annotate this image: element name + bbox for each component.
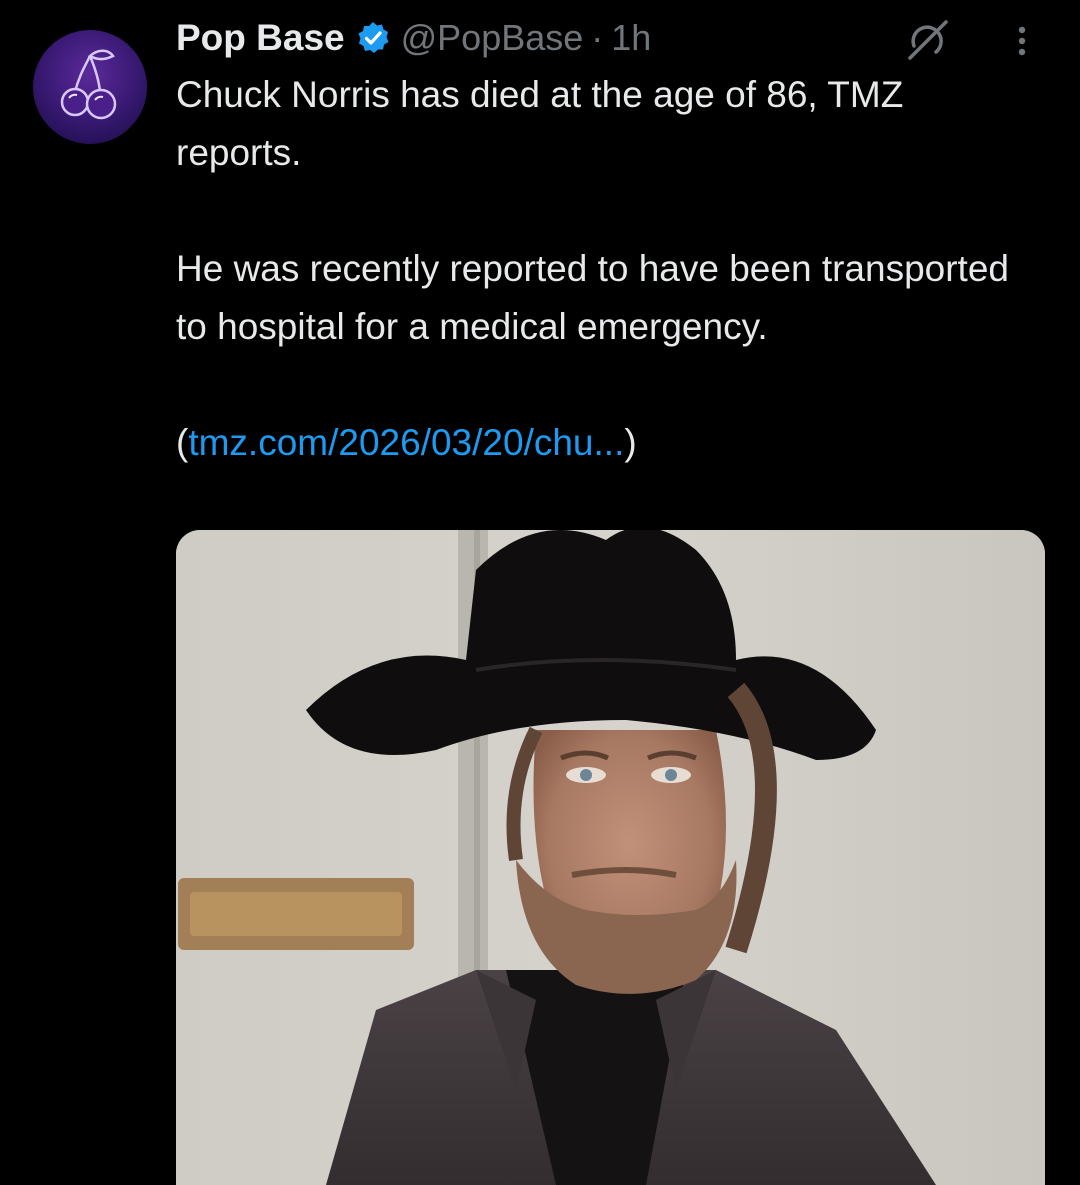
tweet-link[interactable]: tmz.com/2026/03/20/chu...	[188, 422, 624, 463]
handle[interactable]: @PopBase	[401, 17, 584, 59]
photo-man-in-cowboy-hat	[176, 530, 1045, 1185]
display-name[interactable]: Pop Base	[176, 17, 345, 59]
more-vertical-icon[interactable]	[1008, 20, 1036, 62]
link-open-paren: (	[176, 422, 189, 463]
timestamp[interactable]: 1h	[611, 17, 651, 59]
avatar[interactable]	[33, 30, 147, 144]
tweet-text-paragraph-2: He was recently reported to have been tr…	[176, 248, 1009, 347]
grok-icon[interactable]	[900, 16, 952, 62]
tweet-text-paragraph-1: Chuck Norris has died at the age of 86, …	[176, 74, 904, 173]
link-close-paren: )	[624, 422, 637, 463]
verified-badge-icon[interactable]	[355, 20, 391, 56]
tweet-header: Pop Base @PopBase · 1h	[176, 12, 651, 64]
tweet-media-image[interactable]	[176, 530, 1045, 1185]
separator: ·	[591, 17, 604, 58]
tweet-text: Chuck Norris has died at the age of 86, …	[176, 66, 1036, 472]
tweet[interactable]: Pop Base @PopBase · 1h Chuck Norris has …	[0, 0, 1080, 1185]
tweet-link-line: (tmz.com/2026/03/20/chu...)	[176, 414, 1036, 472]
cherries-logo-icon	[60, 49, 117, 120]
